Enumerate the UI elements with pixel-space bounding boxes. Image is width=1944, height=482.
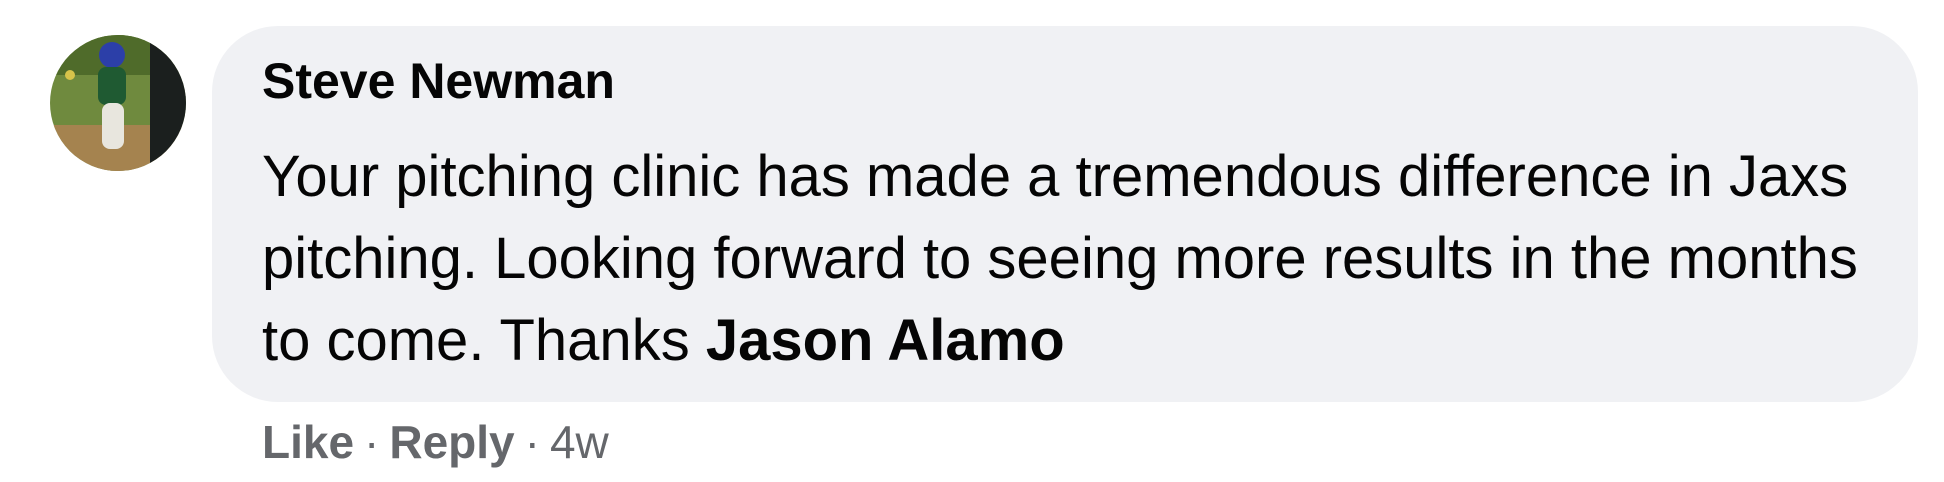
comment-actions: Like · Reply · 4w <box>262 414 609 470</box>
mention-link[interactable]: Jason Alamo <box>706 308 1065 373</box>
reply-button[interactable]: Reply <box>389 416 514 468</box>
avatar-photo <box>50 35 186 171</box>
like-button[interactable]: Like <box>262 416 354 468</box>
action-separator: · <box>364 416 380 468</box>
comment-bubble: Steve Newman Your pitching clinic has ma… <box>212 26 1918 402</box>
comment-timestamp[interactable]: 4w <box>550 416 609 468</box>
action-separator: · <box>524 416 540 468</box>
comment-text: Your pitching clinic has made a tremendo… <box>262 136 1892 382</box>
comment-author[interactable]: Steve Newman <box>262 56 615 106</box>
avatar[interactable] <box>50 35 186 171</box>
